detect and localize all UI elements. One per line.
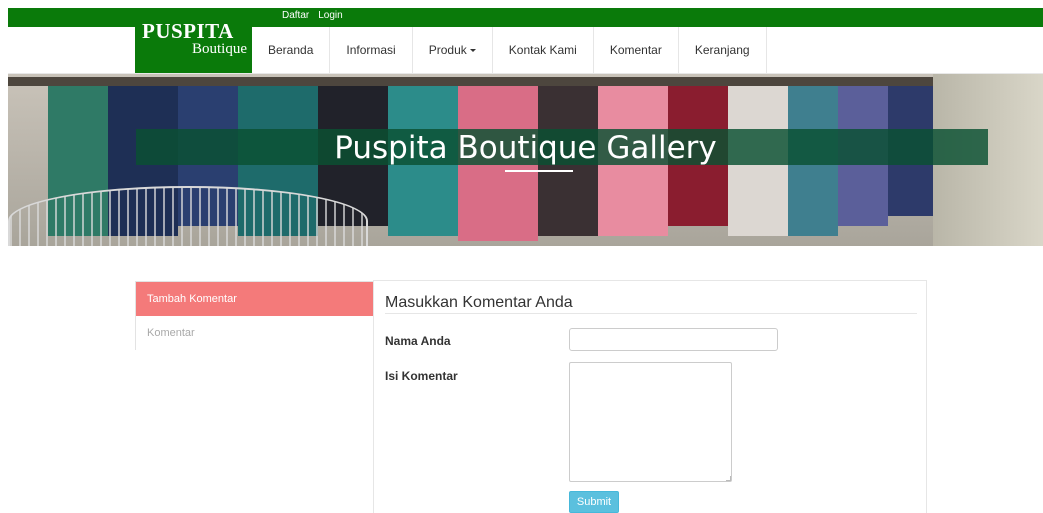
resize-grip-icon[interactable] (726, 476, 731, 481)
nav-keranjang[interactable]: Keranjang (679, 27, 767, 73)
account-links: Daftar Login (282, 10, 343, 22)
comment-sidebar: Tambah Komentar Komentar (135, 281, 374, 350)
nav-informasi-label: Informasi (346, 43, 396, 57)
comment-form-panel: Masukkan Komentar Anda Nama Anda Isi Kom… (373, 280, 927, 513)
register-link[interactable]: Daftar (282, 10, 309, 22)
nav-beranda[interactable]: Beranda (252, 27, 331, 73)
name-input[interactable] (569, 328, 778, 351)
caret-down-icon (469, 49, 476, 52)
sidebar-item-label: Tambah Komentar (147, 293, 237, 305)
sidebar-item-label: Komentar (147, 327, 195, 339)
main-nav: Beranda Informasi Produk Kontak Kami Kom… (252, 27, 767, 73)
nav-keranjang-label: Keranjang (694, 43, 750, 57)
hero-title: Puspita Boutique Gallery (334, 130, 717, 166)
comment-label: Isi Komentar (385, 369, 458, 383)
submit-button[interactable]: Submit (569, 491, 619, 513)
brand-name: PUSPITA (142, 19, 234, 43)
hero-banner: Puspita Boutique Gallery (8, 74, 1043, 246)
form-title-divider (385, 313, 917, 314)
nav-kontak-kami[interactable]: Kontak Kami (493, 27, 594, 73)
sidebar-item-komentar[interactable]: Komentar (136, 316, 373, 350)
nav-komentar[interactable]: Komentar (594, 27, 679, 73)
nav-informasi[interactable]: Informasi (330, 27, 413, 73)
login-link[interactable]: Login (318, 10, 342, 22)
form-title: Masukkan Komentar Anda (385, 294, 573, 311)
nav-produk-dropdown[interactable]: Produk (413, 27, 493, 73)
hero-clothing-rail (8, 77, 1043, 86)
hero-title-underline (505, 170, 573, 172)
nav-produk-label: Produk (428, 43, 467, 57)
comment-textarea[interactable] (569, 362, 732, 482)
brand-logo[interactable]: PUSPITA Boutique (135, 8, 252, 73)
sidebar-item-tambah-komentar[interactable]: Tambah Komentar (136, 282, 373, 316)
nav-beranda-label: Beranda (268, 43, 314, 57)
nav-komentar-label: Komentar (609, 43, 662, 57)
brand-subtitle: Boutique (192, 41, 247, 57)
name-label: Nama Anda (385, 334, 451, 348)
nav-kontak-label: Kontak Kami (508, 43, 577, 57)
